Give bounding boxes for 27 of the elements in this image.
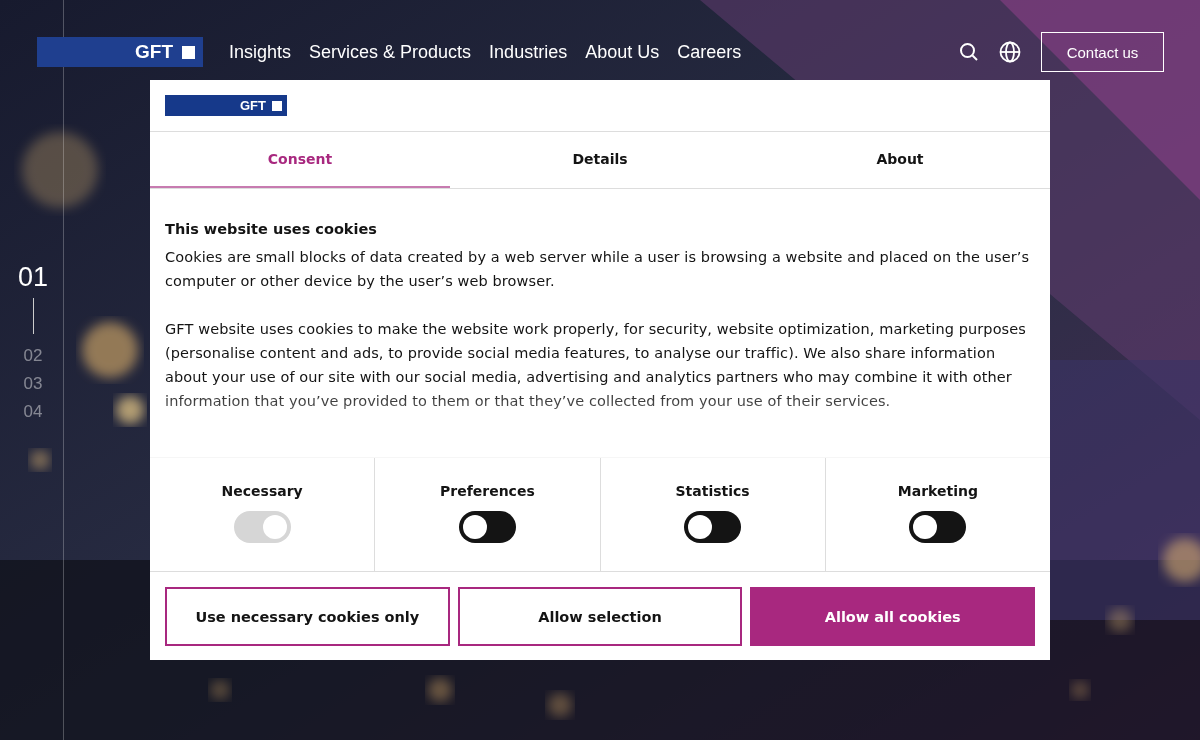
slide-number[interactable]: 01 (18, 260, 49, 294)
body-text: GFT website uses cookies to make the website work properly, for security, website optimization, marketing purposes (personalise content and ads, to provide social media features, to analyse our traffic). We also share information about your use of our site with our social media, advertising and analytics partners who may combine it with other information that you’ve provided to them or that they’ve collected from your use of their services. (165, 320, 1027, 411)
allow-all-button[interactable]: Allow all cookies (750, 587, 1035, 646)
slide-number[interactable]: 02 (23, 342, 43, 370)
logo: GFT (165, 95, 287, 116)
slide-number[interactable]: 03 (23, 370, 43, 398)
slide-number[interactable]: 04 (23, 398, 43, 426)
nav-link[interactable]: Industries (489, 41, 568, 63)
search-icon[interactable] (959, 42, 979, 62)
consent-button[interactable]: Allow selection (457, 587, 743, 646)
nav-link[interactable]: About Us (585, 41, 660, 63)
toggle-switch[interactable] (458, 511, 516, 543)
consent-button[interactable]: Use necessary cookies only (165, 587, 450, 646)
globe-icon[interactable] (999, 41, 1021, 63)
nav-link[interactable]: Careers (677, 41, 742, 63)
toggle-switch[interactable] (909, 511, 967, 543)
category-label: Preferences (440, 483, 535, 499)
category-label: Marketing (897, 483, 978, 499)
dialog-heading: This website uses cookies (165, 221, 378, 237)
logo[interactable]: GFT (37, 37, 203, 67)
contact-button[interactable]: Contact us (1041, 32, 1164, 72)
category-label: Statistics (675, 483, 750, 499)
nav-link[interactable]: Services & Products (309, 41, 472, 63)
nav-link[interactable]: Insights (229, 41, 292, 63)
category-label: Necessary (221, 483, 303, 499)
toggle-switch[interactable] (684, 511, 742, 543)
body-text: Cookies are small blocks of data created by a web server while a user is browsing a website and placed on the user’s computer or other device by the user’s web browser. (165, 248, 1031, 291)
